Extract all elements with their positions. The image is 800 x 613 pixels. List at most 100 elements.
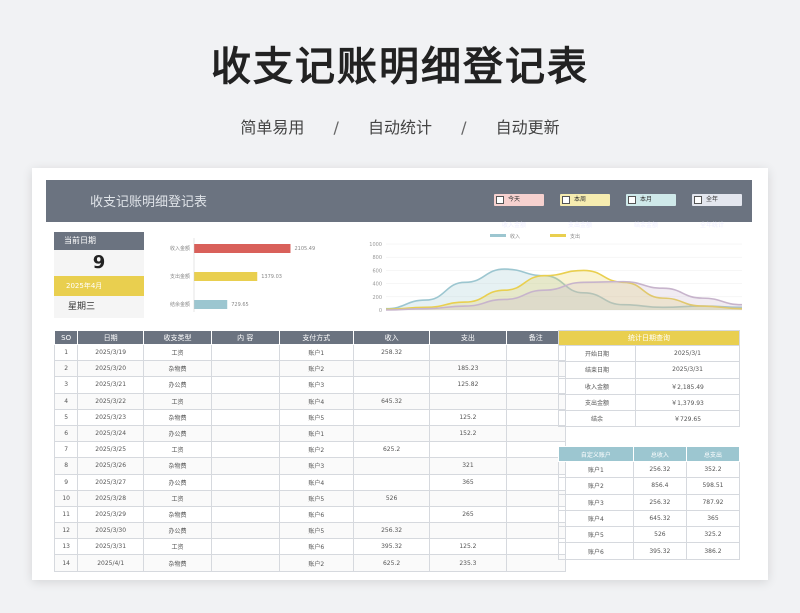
page-title: 收支记账明细登记表 [211, 44, 589, 90]
feature-auto-stats: 自动统计 [367, 118, 432, 137]
summary-bar-chart: 收入金额 2105.49 支出金额 1379.03 结余金额 729.65 [170, 238, 315, 312]
account-cell: 526 [632, 526, 687, 544]
table-cell [505, 457, 567, 475]
table-cell: 13 [53, 538, 79, 556]
table-cell: 2025/3/21 [77, 376, 145, 394]
table-row: 14 2025/4/1 杂物费 账户2 625.2 235.3 [53, 554, 567, 572]
table-row: 7 2025/3/25 工资 账户2 625.2 [53, 441, 567, 459]
table-cell [429, 392, 507, 410]
table-cell: 2025/3/30 [77, 522, 145, 540]
table-cell: 2025/3/22 [77, 392, 145, 410]
separator: / [333, 118, 339, 137]
table-cell: 152.2 [429, 424, 507, 443]
ledger-table: SO 日期 收支类型内 容支付方式 收入 支出 备注 1 2025/3/19 工资 账户1 258… [53, 330, 567, 572]
account-row: 账户1 256.32 352.2 [558, 460, 741, 479]
bar [194, 272, 258, 281]
separator: / [461, 118, 467, 137]
table-cell: 625.2 [352, 441, 431, 459]
table-cell [505, 424, 567, 443]
account-header-cell: 总收入 [632, 446, 687, 462]
bar-category-label: 结余金额 [170, 301, 190, 308]
table-cell: 工资 [143, 538, 212, 556]
table-cell: 8 [53, 457, 79, 475]
table-cell: 645.32 [352, 392, 431, 410]
period-filter-1[interactable]: 本周 [560, 194, 610, 206]
summary-cell: 2025/3/1 [635, 344, 740, 363]
table-cell [352, 505, 431, 524]
period-filter-label: 本周 [574, 196, 587, 203]
period-filter-3[interactable]: 全年 [692, 194, 742, 206]
column-header-cell: 备注 [505, 330, 567, 345]
summary-cell: 结余 [557, 410, 637, 428]
table-cell [352, 408, 431, 426]
table-row: 12 2025/3/30 办公费 账户5 256.32 [53, 522, 567, 540]
summary-cell: ￥729.65 [635, 410, 740, 428]
table-cell [429, 522, 507, 540]
summary-cell: 开始日期 [557, 344, 637, 363]
table-row: 6 2025/3/24 办公费 账户1 152.2 [53, 424, 567, 443]
table-cell: 395.32 [352, 538, 431, 556]
account-cell: 395.32 [632, 542, 687, 560]
table-row: 5 2025/3/23 杂物费 账户5 125.2 [53, 408, 567, 426]
summary-cell: 收入金额 [557, 377, 637, 395]
table-cell: 256.32 [352, 522, 431, 540]
checkbox-icon[interactable] [562, 196, 570, 204]
period-filter-0[interactable]: 今天 [494, 194, 544, 206]
account-row: 账户4 645.32 365 [558, 509, 741, 528]
bar-category-label: 收入金额 [170, 245, 190, 252]
date-card-head: 当前日期 [54, 232, 144, 250]
table-cell: 125.82 [429, 376, 507, 394]
checkbox-icon[interactable] [628, 196, 636, 204]
table-cell: 杂物费 [143, 505, 212, 524]
bar-data-label: 729.65 [231, 302, 249, 308]
table-cell [505, 441, 567, 459]
table-cell: 365 [429, 473, 507, 491]
table-cell: 10 [53, 489, 79, 507]
account-cell: 598.51 [685, 477, 741, 495]
period-filter-2[interactable]: 本月 [626, 194, 676, 206]
account-header-row: 自定义账户 总收入 总支出 [558, 446, 741, 462]
period-filter-label: 本月 [640, 196, 653, 203]
table-cell [210, 522, 280, 540]
legend-swatch [550, 234, 566, 237]
account-cell: 386.2 [685, 542, 741, 560]
table-cell: 账户1 [278, 424, 354, 443]
account-cell: 256.32 [632, 460, 687, 479]
bar [194, 244, 291, 253]
checkbox-icon[interactable] [694, 196, 702, 204]
table-cell [352, 473, 431, 491]
summary-cell: 结束日期 [557, 361, 637, 379]
table-cell [505, 538, 567, 556]
account-header-cell: 总支出 [685, 446, 741, 462]
account-table: 自定义账户 总收入 总支出 账户1 256.32 352.2 账户2 856.4 598.51… [558, 446, 741, 560]
y-tick-label: 200 [372, 295, 382, 301]
table-cell [505, 505, 567, 524]
summary-row: 开始日期 2025/3/1 [557, 344, 740, 363]
period-filter-sub: 结余金额 [634, 222, 659, 229]
table-cell: 2025/3/20 [77, 360, 145, 378]
table-cell [352, 376, 431, 394]
table-cell: 4 [53, 392, 79, 410]
spreadsheet-preview: 收支记账明细登记表 今天 收入金额 本周 支出金额 本月 结余金额 全年 全年统计 当前日期 … [32, 168, 768, 580]
y-tick-label: 600 [372, 268, 382, 274]
table-row: 1 2025/3/19 工资 账户1 258.32 [53, 343, 567, 362]
column-header-cell: SO [53, 330, 79, 345]
account-row: 账户2 856.4 598.51 [558, 477, 741, 495]
table-cell: 账户3 [278, 457, 354, 475]
account-cell: 856.4 [632, 477, 687, 495]
table-cell: 625.2 [352, 554, 431, 572]
table-cell: 工资 [143, 392, 212, 410]
feature-auto-update: 自动更新 [495, 118, 560, 137]
period-filter-label: 全年 [706, 196, 719, 203]
table-cell: 185.23 [429, 360, 507, 378]
table-cell [210, 360, 280, 378]
table-cell: 2025/3/28 [77, 489, 145, 507]
account-cell: 787.92 [685, 493, 741, 511]
checkbox-icon[interactable] [496, 196, 504, 204]
table-cell: 账户2 [278, 360, 354, 378]
table-cell [210, 424, 280, 443]
table-cell [429, 489, 507, 507]
table-cell [210, 457, 280, 475]
table-cell: 办公费 [143, 424, 212, 443]
table-cell [352, 424, 431, 443]
